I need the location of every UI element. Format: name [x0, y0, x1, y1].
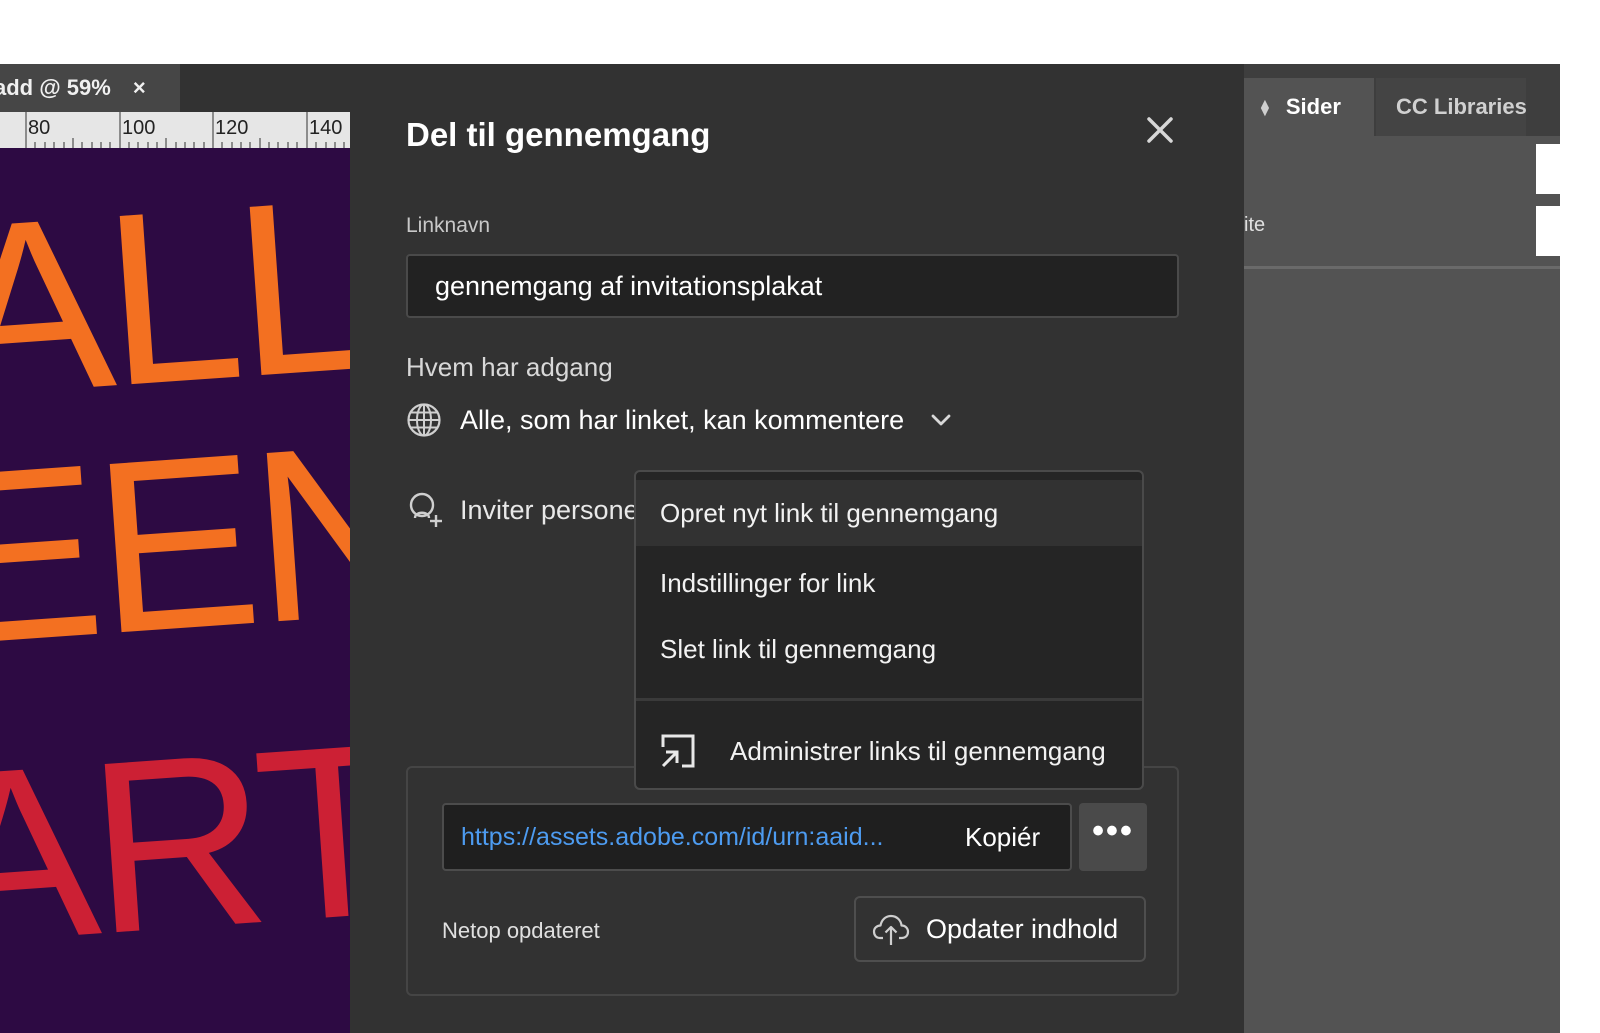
open-external-icon: [661, 734, 695, 768]
add-person-icon: [409, 492, 442, 527]
update-status-text: Netop opdateret: [442, 918, 600, 943]
tab-cc-libraries[interactable]: CC Libraries: [1376, 78, 1526, 136]
menu-item-link-settings[interactable]: Indstillinger for link: [636, 550, 1142, 616]
invite-people-button[interactable]: Inviter personer: [406, 490, 636, 530]
right-panel: ▲ ▼ Sider CC Libraries ite: [1244, 64, 1600, 1033]
link-options-menu: Opret nyt link til gennemgang Indstillin…: [634, 470, 1144, 790]
link-name-label: Linknavn: [406, 214, 491, 237]
collapse-arrows-icon: ▲ ▼: [1258, 94, 1272, 119]
panel-divider: [1244, 266, 1560, 269]
access-value: Alle, som har linket, kan kommentere: [460, 404, 905, 435]
poster-text-line: EEN: [0, 389, 350, 697]
more-dots-icon: •••: [1092, 812, 1134, 850]
tab-sider-label: Sider: [1285, 94, 1341, 119]
tab-cc-libraries-label: CC Libraries: [1396, 94, 1526, 119]
window-edge: [1560, 64, 1600, 1033]
tab-sider[interactable]: ▲ ▼ Sider: [1244, 78, 1374, 136]
ruler-ticks: 80 100 120 140: [25, 112, 345, 148]
review-url-field[interactable]: https://assets.adobe.com/id/urn:aaid... …: [442, 803, 1072, 871]
ruler-label: 80: [28, 117, 50, 139]
document-tab[interactable]: add @ 59% ×: [0, 64, 180, 112]
panel-partial-text: ite: [1244, 214, 1266, 236]
globe-icon: [407, 403, 441, 437]
more-options-button[interactable]: •••: [1079, 803, 1147, 871]
menu-item-label: Opret nyt link til gennemgang: [660, 497, 999, 528]
app-window: add @ 59% × 80 100 120 140 ALLO EEN ARTY…: [0, 64, 1600, 1033]
menu-item-manage-review-links[interactable]: Administrer links til gennemgang: [636, 718, 1142, 784]
share-link-box: https://assets.adobe.com/id/urn:aaid... …: [406, 766, 1179, 996]
horizontal-ruler: 80 100 120 140: [0, 112, 350, 148]
access-dropdown[interactable]: Alle, som har linket, kan kommentere: [406, 400, 952, 440]
link-name-input[interactable]: gennemgang af invitationsplakat: [406, 254, 1179, 318]
menu-item-label: Administrer links til gennemgang: [730, 735, 1106, 766]
menu-item-new-review-link[interactable]: Opret nyt link til gennemgang: [636, 480, 1142, 546]
menu-item-delete-review-link[interactable]: Slet link til gennemgang: [636, 616, 1142, 682]
update-content-label: Opdater indhold: [926, 913, 1119, 944]
panel-swatch[interactable]: [1536, 206, 1560, 256]
copy-link-button[interactable]: Kopiér: [965, 822, 1040, 853]
dialog-title: Del til gennemgang: [406, 116, 711, 153]
poster-text-line: ARTY: [0, 679, 350, 997]
menu-item-label: Slet link til gennemgang: [660, 633, 937, 664]
panel-swatch[interactable]: [1536, 144, 1560, 194]
update-content-button[interactable]: Opdater indhold: [854, 896, 1146, 962]
menu-item-label: Indstillinger for link: [660, 567, 876, 598]
access-label: Hvem har adgang: [406, 352, 613, 382]
invite-people-label: Inviter personer: [460, 494, 636, 525]
ruler-label: 140: [309, 117, 342, 139]
poster-text-line: ALLO: [0, 148, 350, 449]
close-icon[interactable]: [1142, 112, 1178, 148]
ruler-label: 120: [215, 117, 248, 139]
chevron-down-icon: [931, 414, 951, 426]
tab-bar-empty: [180, 64, 350, 112]
close-tab-icon[interactable]: ×: [133, 75, 146, 101]
document-canvas[interactable]: ALLO EEN ARTY: [0, 148, 350, 1033]
share-for-review-dialog: Del til gennemgang Linknavn gennemgang a…: [350, 64, 1244, 1033]
ruler-label: 100: [122, 117, 155, 139]
cloud-upload-icon: [872, 914, 910, 945]
document-tab-title: add @ 59%: [0, 75, 111, 100]
panel-tab-bar: ▲ ▼ Sider CC Libraries: [1244, 64, 1600, 136]
review-url[interactable]: https://assets.adobe.com/id/urn:aaid...: [461, 823, 931, 852]
menu-divider: [636, 698, 1142, 701]
